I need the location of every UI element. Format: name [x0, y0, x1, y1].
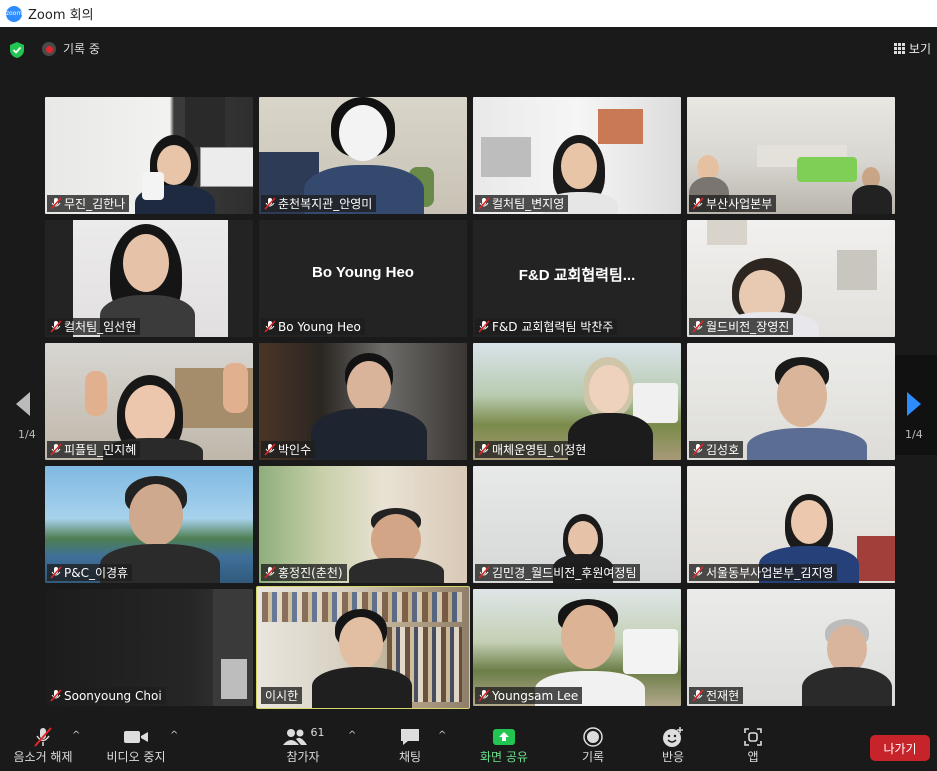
chat-options-caret[interactable]: ^ [438, 730, 446, 741]
participant-display-name: F&D 교회협력팀... [518, 267, 636, 284]
security-shield-icon[interactable] [8, 41, 26, 59]
video-tile[interactable]: 김민경_월드비전_후원여정팀 [473, 466, 681, 583]
muted-mic-icon [50, 320, 62, 333]
muted-microphone-icon [34, 727, 52, 747]
participant-name-tag: Bo Young Heo [261, 318, 365, 335]
participant-name-tag: 컬처팀_변지영 [475, 195, 569, 212]
muted-mic-icon [50, 443, 62, 456]
participant-name-tag: 전재현 [689, 687, 744, 704]
participants-icon [282, 729, 307, 745]
video-tile[interactable]: Youngsam Lee [473, 589, 681, 706]
participant-name-tag: 김민경_월드비전_후원여정팀 [475, 564, 641, 581]
muted-mic-icon [692, 566, 704, 579]
window-title: Zoom 회의 [28, 8, 94, 23]
video-gallery: 1/4 1/4 무진_김한나 춘천복지관_안영미 컬처팀_변지영 부산사업본부 … [0, 72, 937, 720]
muted-mic-icon [692, 320, 704, 333]
participant-name-tag: 박인수 [261, 441, 316, 458]
muted-mic-icon [692, 443, 704, 456]
video-tile[interactable]: 무진_김한나 [45, 97, 253, 214]
muted-mic-icon [264, 320, 276, 333]
video-tile-video-off[interactable]: Bo Young Heo Bo Young Heo [259, 220, 467, 337]
video-tile[interactable]: 전재현 [687, 589, 895, 706]
participant-name-tag: 서울동부사업본부_김지영 [689, 564, 838, 581]
video-tile[interactable]: 월드비전_장영진 [687, 220, 895, 337]
record-icon [583, 727, 603, 747]
participant-name-tag: 피플팀_민지혜 [47, 441, 141, 458]
muted-mic-icon [264, 197, 276, 210]
video-tile-active-speaker[interactable]: 이시한 [256, 586, 470, 709]
participants-button[interactable]: 61 참가자 [278, 726, 328, 765]
share-screen-icon [493, 729, 515, 745]
participant-name-tag: 부산사업본부 [689, 195, 777, 212]
participant-name-tag: 이시한 [261, 687, 303, 704]
window-titlebar: zoom Zoom 회의 [0, 0, 937, 27]
participant-name-tag: P&C_이경휴 [47, 564, 133, 581]
video-camera-icon [124, 731, 148, 743]
meeting-topbar: 기록 중 보기 [0, 27, 937, 72]
apps-icon [744, 728, 762, 746]
apps-button[interactable]: 앱 [738, 726, 768, 765]
video-tile[interactable]: 김성호 [687, 343, 895, 460]
participant-name-tag: 매체운영팀_이정현 [475, 441, 591, 458]
participant-name-tag: Soonyoung Choi [47, 687, 166, 704]
page-indicator-left: 1/4 [18, 428, 36, 441]
muted-mic-icon [478, 320, 490, 333]
video-options-caret[interactable]: ^ [170, 730, 178, 741]
participant-name-tag: 춘천복지관_안영미 [261, 195, 377, 212]
recording-icon [42, 42, 56, 56]
muted-mic-icon [478, 689, 490, 702]
page-indicator-right: 1/4 [905, 428, 923, 441]
participant-display-name: Bo Young Heo [312, 264, 414, 281]
participant-count: 61 [310, 726, 325, 739]
video-tile[interactable]: 춘천복지관_안영미 [259, 97, 467, 214]
video-tile[interactable]: 서울동부사업본부_김지영 [687, 466, 895, 583]
chat-button[interactable]: 채팅 [390, 726, 430, 765]
participant-name-tag: 홍정진(춘천) [261, 564, 347, 581]
muted-mic-icon [478, 443, 490, 456]
reactions-button[interactable]: 반응 [652, 726, 694, 765]
video-tile[interactable]: 컬처팀_변지영 [473, 97, 681, 214]
video-tile[interactable]: P&C_이경휴 [45, 466, 253, 583]
view-button[interactable]: 보기 [893, 38, 931, 58]
meeting-toolbar: 음소거 해제 ^ 비디오 중지 ^ 61 참가자 ^ 채팅 ^ 화면 공유 기록… [0, 720, 937, 771]
participant-name-tag: 컬처팀_임선현 [47, 318, 141, 335]
video-tile[interactable]: 피플팀_민지혜 [45, 343, 253, 460]
muted-mic-icon [478, 566, 490, 579]
muted-mic-icon [50, 689, 62, 702]
muted-mic-icon [692, 689, 704, 702]
video-tile[interactable]: 박인수 [259, 343, 467, 460]
recording-status: 기록 중 [63, 42, 100, 56]
video-tile-video-off[interactable]: F&D 교회협력팀... F&D 교회협력팀 박찬주 [473, 220, 681, 337]
muted-mic-icon [264, 566, 276, 579]
grid-view-icon [893, 42, 905, 54]
participants-options-caret[interactable]: ^ [348, 730, 356, 741]
record-button[interactable]: 기록 [572, 726, 614, 765]
participant-name-tag: 김성호 [689, 441, 744, 458]
share-screen-button[interactable]: 화면 공유 [473, 726, 535, 765]
audio-options-caret[interactable]: ^ [72, 730, 80, 741]
muted-mic-icon [50, 566, 62, 579]
chat-bubble-icon [401, 729, 419, 745]
participant-name-tag: F&D 교회협력팀 박찬주 [475, 318, 618, 335]
view-label: 보기 [908, 41, 931, 56]
participant-name-tag: 무진_김한나 [47, 195, 130, 212]
reactions-smiley-icon [663, 727, 683, 747]
muted-mic-icon [692, 197, 704, 210]
video-tile[interactable]: 부산사업본부 [687, 97, 895, 214]
muted-mic-icon [264, 443, 276, 456]
unmute-button[interactable]: 음소거 해제 [8, 726, 78, 765]
muted-mic-icon [50, 197, 62, 210]
stop-video-button[interactable]: 비디오 중지 [100, 726, 172, 765]
video-tile[interactable]: 홍정진(춘천) [259, 466, 467, 583]
participant-name-tag: 월드비전_장영진 [689, 318, 794, 335]
participant-name-tag: Youngsam Lee [475, 687, 583, 704]
video-tile[interactable]: 매체운영팀_이정현 [473, 343, 681, 460]
video-tile[interactable]: Soonyoung Choi [45, 589, 253, 706]
video-tile[interactable]: 컬처팀_임선현 [45, 220, 253, 337]
zoom-logo-icon: zoom [6, 5, 22, 22]
muted-mic-icon [478, 197, 490, 210]
leave-meeting-button[interactable]: 나가기 [870, 735, 930, 761]
